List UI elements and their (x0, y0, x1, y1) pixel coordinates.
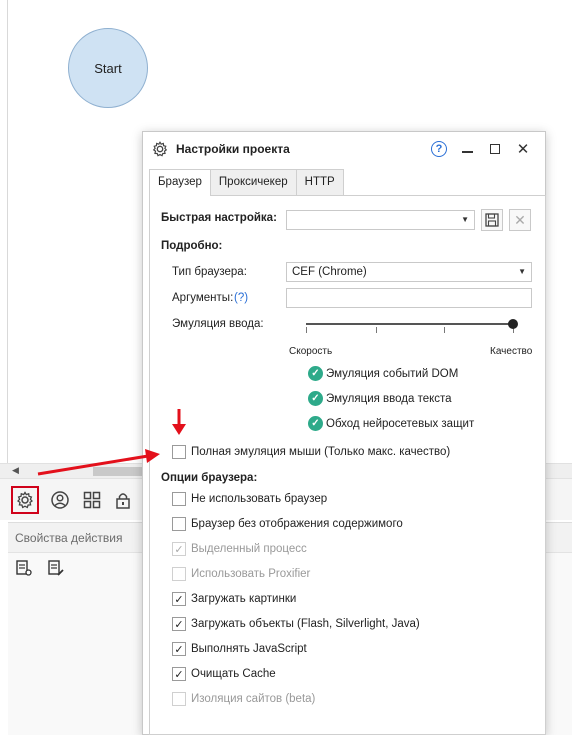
slider-tick (306, 327, 307, 333)
protection-button[interactable] (109, 486, 137, 514)
details-label: Подробно: (161, 240, 223, 252)
checkbox-box (172, 567, 186, 581)
slider-track (306, 323, 513, 325)
option-dedicated-process: ✓ Выделенный процесс (172, 542, 307, 556)
checkbox-label: Не использовать браузер (191, 493, 328, 505)
checkbox-box[interactable] (172, 445, 186, 459)
slider-tick (444, 327, 445, 333)
close-icon: ✕ (514, 211, 526, 228)
close-icon: ✕ (516, 141, 530, 158)
check-circle-icon: ✓ (308, 391, 323, 406)
checkbox-label: Загружать картинки (191, 593, 297, 605)
option-clear-cache[interactable]: ✓ Очищать Cache (172, 667, 276, 681)
checkbox-box[interactable]: ✓ (172, 642, 186, 656)
maximize-button[interactable] (481, 135, 509, 163)
chevron-down-icon: ▼ (461, 215, 469, 224)
scroll-left-icon[interactable]: ◀ (12, 465, 19, 476)
checkbox-box[interactable]: ✓ (172, 667, 186, 681)
dialog-title: Настройки проекта (176, 142, 290, 156)
arguments-help-link[interactable]: (?) (234, 292, 248, 304)
tab-http[interactable]: HTTP (295, 169, 344, 195)
checkbox-label: Загружать объекты (Flash, Silverlight, J… (191, 618, 420, 630)
gear-icon (17, 491, 33, 509)
option-site-isolation: Изоляция сайтов (beta) (172, 692, 315, 706)
option-javascript[interactable]: ✓ Выполнять JavaScript (172, 642, 307, 656)
feature-label: Эмуляция ввода текста (326, 392, 452, 405)
slider-max-label: Качество (490, 346, 533, 357)
start-node[interactable]: Start (68, 28, 148, 108)
minimize-button[interactable] (453, 135, 481, 163)
save-preset-button[interactable] (481, 209, 503, 231)
arguments-input[interactable] (286, 288, 532, 308)
modules-button[interactable] (78, 486, 106, 514)
feature-label: Обход нейросетевых защит (326, 417, 475, 430)
browser-options-label: Опции браузера: (161, 472, 258, 484)
gear-icon (152, 141, 168, 157)
arguments-label: Аргументы: (172, 292, 234, 304)
checkbox-label: Выделенный процесс (191, 543, 307, 555)
input-emulation-label: Эмуляция ввода: (172, 318, 264, 330)
browser-type-dropdown[interactable]: CEF (Chrome) ▼ (286, 262, 532, 282)
checkbox-label: Очищать Cache (191, 668, 276, 680)
checkbox-box[interactable]: ✓ (172, 592, 186, 606)
project-settings-button[interactable] (11, 486, 39, 514)
option-load-images[interactable]: ✓ Загружать картинки (172, 592, 296, 606)
close-button[interactable]: ✕ (509, 135, 537, 163)
feature-neural-bypass: ✓ Обход нейросетевых защит (308, 416, 474, 431)
option-load-objects[interactable]: ✓ Загружать объекты (Flash, Silverlight,… (172, 617, 420, 631)
tab-browser[interactable]: Браузер (149, 169, 211, 196)
dialog-title-bar[interactable]: Настройки проекта ? ✕ (143, 132, 545, 166)
option-proxifier: Использовать Proxifier (172, 567, 310, 581)
feature-label: Эмуляция событий DOM (326, 367, 459, 380)
profile-button[interactable] (46, 486, 74, 514)
checkbox-label: Использовать Proxifier (191, 568, 311, 580)
checkbox-box[interactable] (172, 492, 186, 506)
quick-setup-label: Быстрая настройка: (161, 212, 277, 224)
full-mouse-emulation-checkbox[interactable]: Полная эмуляция мыши (Только макс. качес… (172, 445, 450, 459)
save-icon (485, 213, 499, 227)
checkbox-box[interactable]: ✓ (172, 617, 186, 631)
checkbox-label: Изоляция сайтов (beta) (191, 693, 316, 705)
chevron-down-icon: ▼ (518, 267, 526, 276)
browser-tab-panel: Быстрая настройка: ▼ ✕ Подробно: Тип бра… (149, 195, 546, 735)
user-circle-icon (51, 491, 69, 509)
properties-settings-icon[interactable] (15, 559, 33, 577)
help-button[interactable]: ? (425, 135, 453, 163)
project-settings-dialog: Настройки проекта ? ✕ Браузер Прокси­чек… (142, 131, 546, 735)
check-circle-icon: ✓ (308, 416, 323, 431)
slider-tick (376, 327, 377, 333)
slider-min-label: Скорость (289, 346, 333, 357)
checkbox-label: Выполнять JavaScript (191, 643, 307, 655)
maximize-icon (490, 144, 500, 154)
settings-tabs: Браузер Прокси­чекер HTTP (149, 169, 344, 196)
feature-dom-events: ✓ Эмуляция событий DOM (308, 366, 458, 381)
option-no-browser[interactable]: Не использовать браузер (172, 492, 327, 506)
slider-thumb[interactable] (508, 319, 518, 329)
checkbox-box: ✓ (172, 542, 186, 556)
properties-edit-icon[interactable] (47, 559, 65, 577)
help-icon: ? (431, 141, 447, 157)
quick-setup-dropdown[interactable]: ▼ (286, 210, 475, 230)
checkbox-box[interactable] (172, 517, 186, 531)
tab-proxy-checker[interactable]: Прокси­чекер (209, 169, 297, 195)
option-headless[interactable]: Браузер без отображения содержимого (172, 517, 403, 531)
input-emulation-slider[interactable] (306, 317, 518, 333)
checkbox-label: Полная эмуляция мыши (Только макс. качес… (191, 446, 451, 458)
check-circle-icon: ✓ (308, 366, 323, 381)
grid-icon (83, 491, 101, 509)
checkbox-box (172, 692, 186, 706)
minimize-icon (461, 151, 473, 153)
browser-type-label: Тип браузера: (172, 266, 247, 278)
lock-icon (116, 493, 130, 509)
browser-type-value: CEF (Chrome) (292, 266, 367, 278)
feature-text-input: ✓ Эмуляция ввода текста (308, 391, 452, 406)
checkbox-label: Браузер без отображения содержимого (191, 518, 403, 530)
delete-preset-button[interactable]: ✕ (509, 209, 531, 231)
